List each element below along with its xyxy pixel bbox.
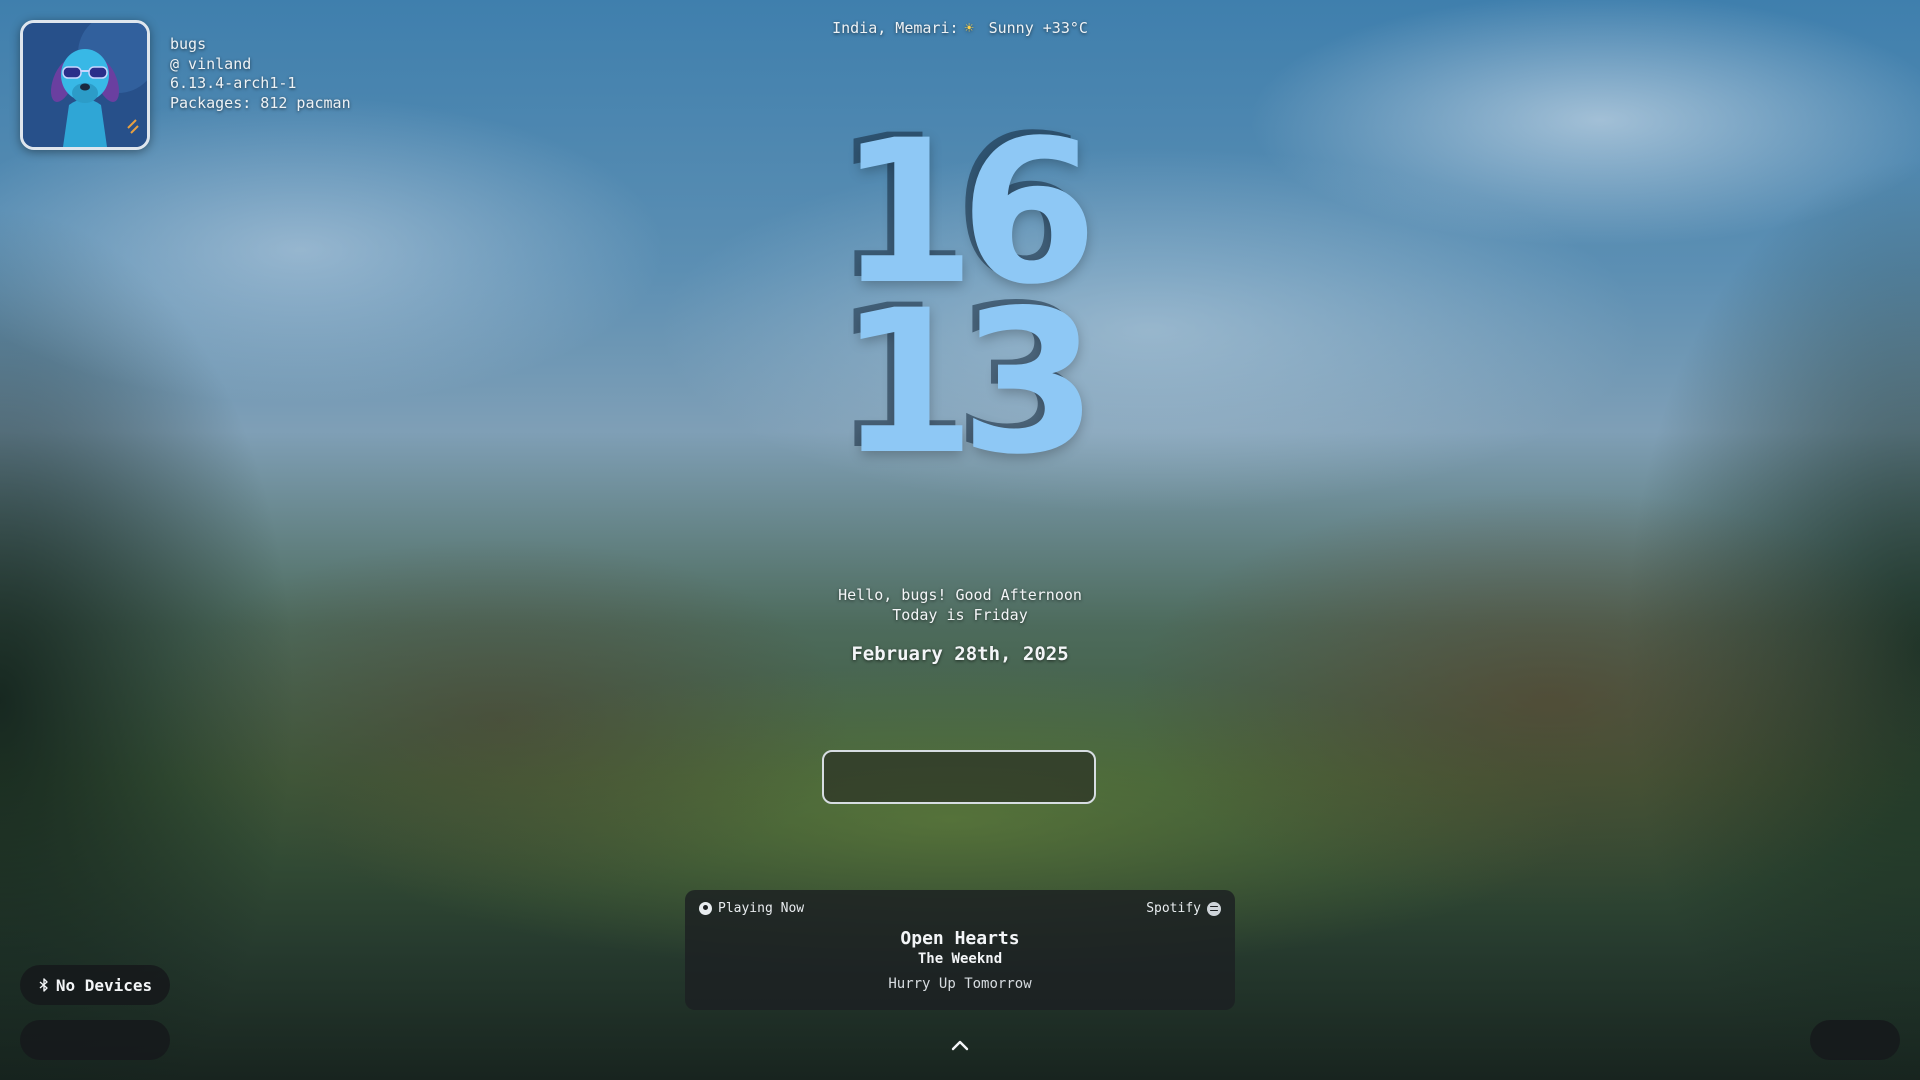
username: bugs [170,35,207,53]
weather-condition: Sunny +33°C [988,19,1088,37]
weather-location: India, Memari: [832,19,959,37]
weather-widget: India, Memari: ☀ Sunny +33°C [0,19,1920,37]
sun-icon: ☀ [964,19,974,37]
bluetooth-button[interactable]: No Devices [20,965,170,1005]
weekday-line: Today is Friday [892,606,1028,624]
status-pill-left[interactable] [20,1020,170,1060]
kernel-version: 6.13.4-arch1-1 [170,74,297,92]
clock: 16 13 [0,114,1920,498]
track-artist: The Weeknd [917,951,1003,967]
date: February 28th, 2025 [851,643,1069,665]
password-input[interactable] [822,750,1096,804]
status-pill-right[interactable] [1810,1020,1900,1060]
package-count: Packages: 812 pacman [170,93,351,112]
greeting: Hello, bugs! Good Afternoon Today is Fri… [0,585,1920,625]
disc-icon [699,902,712,915]
playback-status: Playing Now [718,901,805,916]
bluetooth-label: No Devices [55,975,153,995]
spotify-icon [1207,901,1221,916]
chevron-up-icon[interactable] [951,1036,969,1054]
track-title: Open Hearts [900,928,1020,949]
clock-minutes: 13 [838,267,1098,498]
media-player: Playing Now Spotify Open Hearts The Week… [685,890,1235,1010]
bluetooth-icon [39,978,48,992]
system-info: bugs @ vinland 6.13.4-arch1-1 Packages: … [170,35,351,113]
track-album: Hurry Up Tomorrow [888,976,1032,992]
hostname: @ vinland [170,54,252,73]
greeting-line: Hello, bugs! Good Afternoon [838,586,1082,604]
media-source: Spotify [1146,901,1201,916]
